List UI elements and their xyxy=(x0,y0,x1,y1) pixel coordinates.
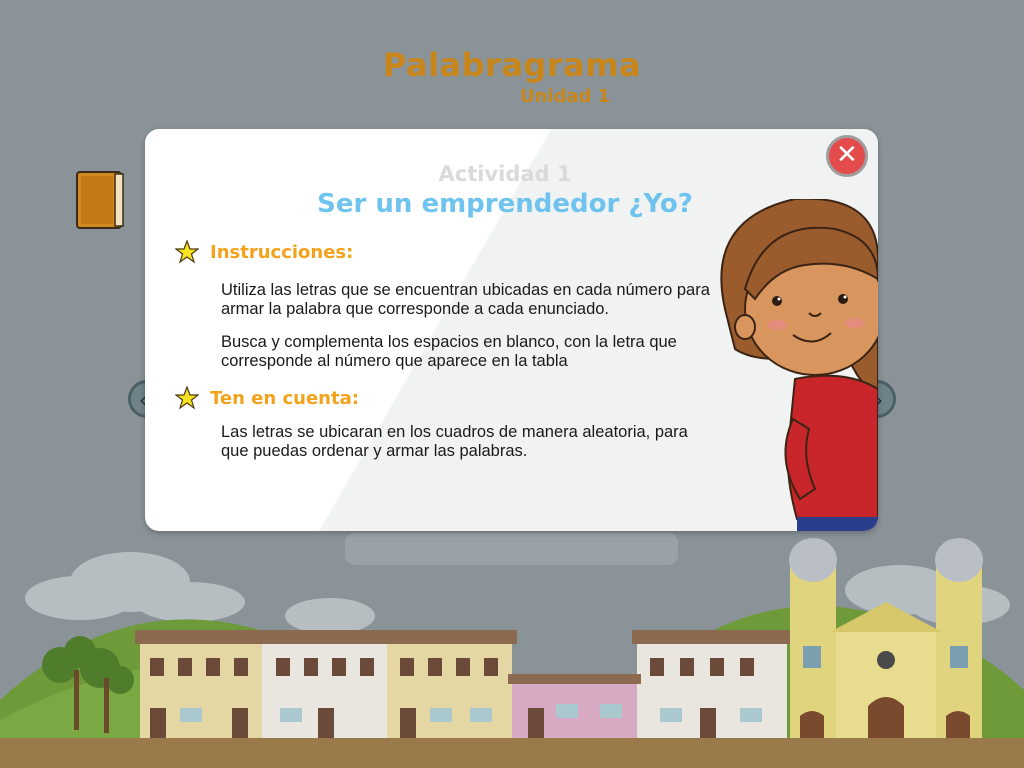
star-icon xyxy=(175,240,199,264)
book-icon[interactable] xyxy=(75,170,125,230)
close-button[interactable]: ✕ xyxy=(826,135,868,177)
bottom-bar xyxy=(345,533,678,565)
app-title: Palabragrama xyxy=(382,46,642,84)
note-paragraph: Las letras se ubicaran en los cuadros de… xyxy=(221,423,688,460)
girl-illustration xyxy=(720,199,878,531)
instructions-paragraph-1: Utiliza las letras que se encuentran ubi… xyxy=(221,281,710,318)
app-subtitle: Unidad 1 xyxy=(520,86,611,107)
instructions-heading: Instrucciones: xyxy=(210,242,354,263)
note-heading: Ten en cuenta: xyxy=(210,388,359,409)
activity-label: Actividad 1 xyxy=(438,162,572,186)
close-icon: ✕ xyxy=(836,140,858,170)
instructions-paragraph-2: Busca y complementa los espacios en blan… xyxy=(221,333,677,370)
instructions-modal: Actividad 1 Ser un emprendedor ¿Yo? ✕ In… xyxy=(145,129,878,531)
scene: Palabragrama Unidad 1 ‹ › Actividad 1 Se… xyxy=(0,0,1024,768)
star-icon xyxy=(175,386,199,410)
